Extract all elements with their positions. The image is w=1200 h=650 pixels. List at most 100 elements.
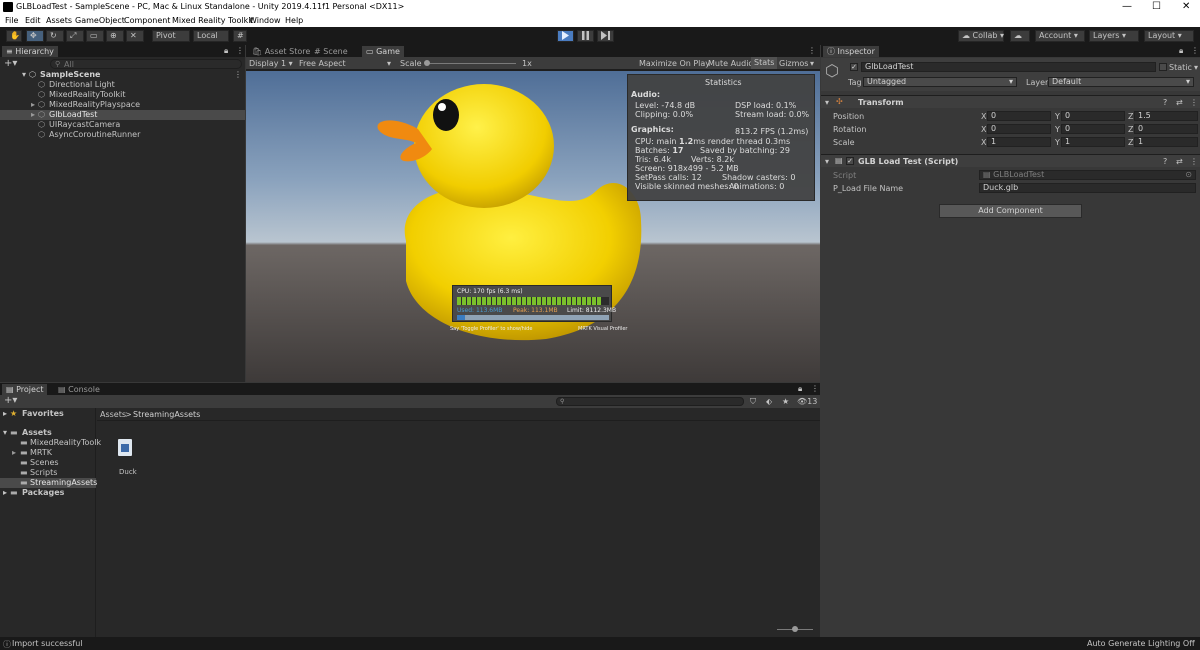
scale-x-field[interactable]: 1 bbox=[987, 137, 1051, 147]
script-component-header[interactable]: ▾ ▤ ✓ GLB Load Test (Script) ? ⇄ ⋮ bbox=[821, 154, 1200, 167]
menu-file[interactable]: File bbox=[5, 16, 18, 25]
hierarchy-item[interactable]: ⬡ MixedRealityToolkit bbox=[20, 90, 245, 100]
folder-item[interactable]: ▸ ▬ MRTK bbox=[0, 448, 96, 458]
position-x-field[interactable]: 0 bbox=[987, 111, 1051, 121]
hand-tool-icon[interactable]: ✋ bbox=[6, 30, 22, 42]
minimize-button[interactable]: — bbox=[1122, 1, 1132, 12]
folder-item[interactable]: ▬ Scripts bbox=[0, 468, 96, 478]
transform-header[interactable]: ▾ ✣ Transform ? ⇄ ⋮ bbox=[821, 95, 1200, 108]
rect-tool-icon[interactable]: ▭ bbox=[86, 30, 104, 42]
create-button[interactable]: +▾ bbox=[4, 395, 17, 406]
help-icon[interactable]: ? bbox=[1163, 98, 1167, 107]
scale-y-field[interactable]: 1 bbox=[1061, 137, 1125, 147]
hierarchy-item-selected[interactable]: ▸ ⬡ GlbLoadTest bbox=[0, 110, 245, 120]
menu-gameobject[interactable]: GameObject bbox=[75, 16, 125, 25]
zoom-slider-handle[interactable] bbox=[792, 626, 798, 632]
tab-game[interactable]: ▭ Game bbox=[362, 46, 404, 57]
assets-row[interactable]: ▾ ▬ Assets bbox=[0, 428, 96, 438]
favorites-row[interactable]: ▸ ★ Favorites bbox=[0, 409, 96, 419]
account-dropdown[interactable]: Account ▾ bbox=[1035, 30, 1085, 42]
folder-item[interactable]: ▬ Scenes bbox=[0, 458, 96, 468]
folder-item[interactable]: ▬ MixedRealityToolk bbox=[0, 438, 101, 448]
lock-icon[interactable]: 🔒︎ bbox=[1179, 46, 1183, 56]
scene-row[interactable]: ▾ ⬡ SampleScene ⋮ bbox=[20, 70, 245, 80]
asset-tile[interactable]: Duck bbox=[112, 438, 142, 478]
position-z-field[interactable]: 1.5 bbox=[1134, 111, 1198, 121]
rotation-x-field[interactable]: 0 bbox=[987, 124, 1051, 134]
folder-item-selected[interactable]: ▬ StreamingAssets bbox=[0, 478, 97, 488]
layers-dropdown[interactable]: Layers ▾ bbox=[1089, 30, 1139, 42]
display-dropdown[interactable]: Display 1 ▾ bbox=[249, 59, 293, 68]
collab-button[interactable]: ☁ Collab ▾ bbox=[958, 30, 1004, 42]
object-name-field[interactable]: GlbLoadTest bbox=[861, 62, 1156, 72]
play-button[interactable] bbox=[557, 30, 574, 42]
hierarchy-item[interactable]: ⬡ AsyncCoroutineRunner bbox=[20, 130, 245, 140]
menu-edit[interactable]: Edit bbox=[25, 16, 41, 25]
position-y-field[interactable]: 0 bbox=[1061, 111, 1125, 121]
hidden-packages-icon[interactable]: 👁︎13 bbox=[797, 397, 817, 406]
lock-icon[interactable]: 🔒︎ bbox=[224, 46, 228, 56]
help-icon[interactable]: ? bbox=[1163, 157, 1167, 166]
maximize-button[interactable]: ☐ bbox=[1152, 1, 1161, 12]
preset-icon[interactable]: ⇄ bbox=[1176, 98, 1183, 107]
status-message[interactable]: Import successful bbox=[12, 639, 83, 648]
tab-inspector[interactable]: ⓘ Inspector bbox=[823, 46, 879, 57]
game-viewport[interactable]: CPU: 170 fps (6.3 ms) Used: 113.6MB Peak… bbox=[246, 71, 820, 382]
scale-z-field[interactable]: 1 bbox=[1134, 137, 1198, 147]
lighting-status[interactable]: Auto Generate Lighting Off bbox=[1087, 639, 1195, 648]
expand-arrow-icon[interactable]: ▾ bbox=[825, 157, 829, 166]
create-button[interactable]: +▾ bbox=[4, 58, 17, 69]
close-button[interactable]: ✕ bbox=[1182, 1, 1190, 12]
layout-dropdown[interactable]: Layout ▾ bbox=[1144, 30, 1194, 42]
breadcrumb-streamingassets[interactable]: StreamingAssets bbox=[133, 410, 200, 419]
maximize-on-play-toggle[interactable]: Maximize On Play bbox=[639, 59, 710, 68]
aspect-dropdown[interactable]: Free Aspect ▾ bbox=[299, 59, 391, 68]
tab-project[interactable]: ▤ Project bbox=[2, 384, 48, 395]
tab-console[interactable]: ▤ Console bbox=[54, 384, 104, 395]
search-by-label-icon[interactable]: ⬖ bbox=[766, 397, 772, 406]
scene-menu-icon[interactable]: ⋮ bbox=[234, 70, 242, 79]
chevron-down-icon[interactable]: ▾ bbox=[810, 59, 814, 68]
scale-tool-icon[interactable]: ⤢ bbox=[66, 30, 84, 42]
rotate-tool-icon[interactable]: ↻ bbox=[46, 30, 64, 42]
enabled-checkbox[interactable]: ✓ bbox=[846, 157, 854, 165]
menu-help[interactable]: Help bbox=[285, 16, 303, 25]
cloud-icon[interactable]: ☁ bbox=[1010, 30, 1030, 42]
tag-dropdown[interactable]: Untagged ▾ bbox=[863, 77, 1017, 87]
hierarchy-item[interactable]: ⬡ Directional Light bbox=[20, 80, 245, 90]
static-checkbox[interactable] bbox=[1159, 63, 1167, 71]
gizmos-toggle[interactable]: Gizmos bbox=[779, 59, 808, 68]
tab-asset-store[interactable]: 🛍︎ Asset Store bbox=[248, 46, 314, 57]
rotation-z-field[interactable]: 0 bbox=[1134, 124, 1198, 134]
menu-mrtk[interactable]: Mixed Reality Toolkit bbox=[172, 16, 254, 25]
pivot-toggle[interactable]: Pivot bbox=[152, 30, 190, 42]
panel-menu-icon[interactable]: ⋮ bbox=[808, 46, 816, 55]
active-checkbox[interactable]: ✓ bbox=[850, 63, 858, 71]
collapse-arrow-icon[interactable]: ▸ bbox=[31, 110, 35, 119]
scale-slider-handle[interactable] bbox=[424, 60, 430, 66]
layer-dropdown[interactable]: Default ▾ bbox=[1048, 77, 1194, 87]
pause-button[interactable] bbox=[577, 30, 594, 42]
hierarchy-item[interactable]: ⬡ UIRaycastCamera bbox=[20, 120, 245, 130]
panel-menu-icon[interactable]: ⋮ bbox=[236, 46, 244, 55]
expand-arrow-icon[interactable]: ▾ bbox=[825, 98, 829, 107]
menu-window[interactable]: Window bbox=[249, 16, 281, 25]
panel-menu-icon[interactable]: ⋮ bbox=[1191, 46, 1199, 55]
component-menu-icon[interactable]: ⋮ bbox=[1190, 98, 1198, 107]
packages-row[interactable]: ▸ ▬ Packages bbox=[0, 488, 96, 498]
rotation-y-field[interactable]: 0 bbox=[1061, 124, 1125, 134]
load-file-field[interactable]: Duck.glb bbox=[979, 183, 1196, 193]
hierarchy-search-input[interactable]: ⚲ All bbox=[50, 59, 242, 69]
lock-icon[interactable]: 🔒︎ bbox=[798, 384, 802, 394]
scale-slider-track[interactable] bbox=[426, 63, 516, 64]
grid-snap-icon[interactable]: # bbox=[233, 30, 247, 42]
panel-menu-icon[interactable]: ⋮ bbox=[811, 384, 819, 393]
component-menu-icon[interactable]: ⋮ bbox=[1190, 157, 1198, 166]
hierarchy-item[interactable]: ▸ ⬡ MixedRealityPlayspace bbox=[20, 100, 245, 110]
favorite-star-icon[interactable]: ★ bbox=[782, 397, 789, 406]
search-by-type-icon[interactable]: ⛉ bbox=[750, 397, 756, 407]
menu-assets[interactable]: Assets bbox=[46, 16, 72, 25]
move-tool-icon[interactable]: ✥ bbox=[26, 30, 44, 42]
breadcrumb-assets[interactable]: Assets bbox=[100, 410, 126, 419]
local-toggle[interactable]: Local bbox=[193, 30, 229, 42]
